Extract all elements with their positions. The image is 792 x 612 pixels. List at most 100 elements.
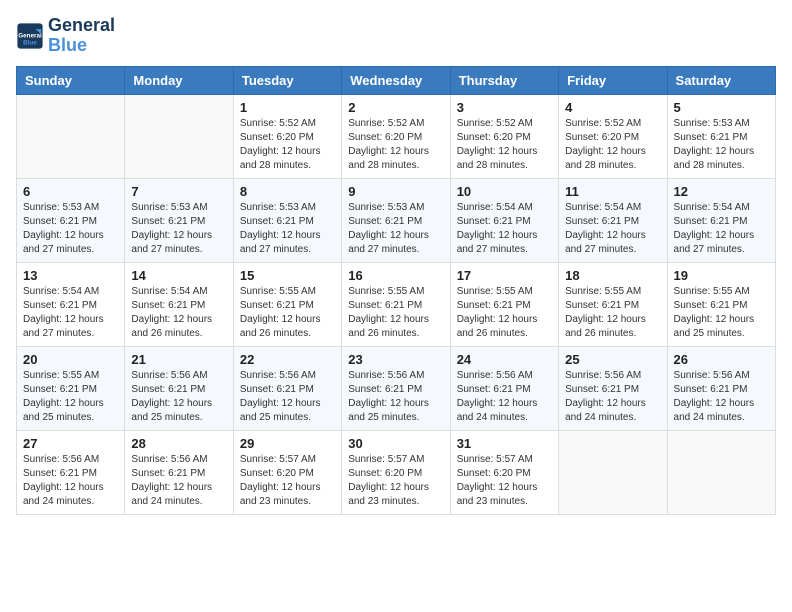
calendar-cell: 10 Sunrise: 5:54 AMSunset: 6:21 PMDayligh… [450,178,558,262]
day-number: 3 [457,100,552,115]
day-info: Sunrise: 5:57 AMSunset: 6:20 PMDaylight:… [348,453,443,509]
day-info: Sunrise: 5:56 AMSunset: 6:21 PMDaylight:… [23,453,118,509]
calendar-cell: 26Sunrise: 5:56 AMSunset: 6:21 PMDayligh… [667,346,775,430]
day-number: 31 [457,436,552,451]
day-number: 6 [23,184,118,199]
day-number: 8 [240,184,335,199]
weekday-header-thursday: Thursday [450,66,558,94]
calendar-cell: 29 Sunrise: 5:57 AMSunset: 6:20 PMDayligh… [233,430,341,514]
day-number: 5 [674,100,769,115]
day-number: 2 [348,100,443,115]
calendar-cell: 24 Sunrise: 5:56 AMSunset: 6:21 PMDayligh… [450,346,558,430]
day-number: 18 [565,268,660,283]
calendar-cell: 2Sunrise: 5:52 AMSunset: 6:20 PMDaylight… [342,94,450,178]
calendar-cell: 1 Sunrise: 5:52 AMSunset: 6:20 PMDaylight… [233,94,341,178]
calendar-cell: 5Sunrise: 5:53 AMSunset: 6:21 PMDaylight… [667,94,775,178]
day-info: Sunrise: 5:56 AMSunset: 6:21 PMDaylight:… [348,369,443,425]
calendar-cell: 15 Sunrise: 5:55 AMSunset: 6:21 PMDayligh… [233,262,341,346]
weekday-header-friday: Friday [559,66,667,94]
week-row-3: 13 Sunrise: 5:54 AMSunset: 6:21 PMDayligh… [17,262,776,346]
logo: General Blue GeneralBlue [16,16,115,56]
day-number: 25 [565,352,660,367]
weekday-header-saturday: Saturday [667,66,775,94]
day-number: 20 [23,352,118,367]
day-info: Sunrise: 5:52 AMSunset: 6:20 PMDaylight:… [457,117,552,173]
calendar-cell: 23 Sunrise: 5:56 AMSunset: 6:21 PMDayligh… [342,346,450,430]
calendar-cell: 7 Sunrise: 5:53 AMSunset: 6:21 PMDaylight… [125,178,233,262]
day-info: Sunrise: 5:53 AMSunset: 6:21 PMDaylight:… [23,201,118,257]
calendar-cell: 12 Sunrise: 5:54 AMSunset: 6:21 PMDayligh… [667,178,775,262]
day-info: Sunrise: 5:57 AMSunset: 6:20 PMDaylight:… [240,453,335,509]
day-info: Sunrise: 5:54 AMSunset: 6:21 PMDaylight:… [23,285,118,341]
day-number: 9 [348,184,443,199]
calendar-cell: 8 Sunrise: 5:53 AMSunset: 6:21 PMDaylight… [233,178,341,262]
week-row-4: 20 Sunrise: 5:55 AMSunset: 6:21 PMDayligh… [17,346,776,430]
day-info: Sunrise: 5:55 AMSunset: 6:21 PMDaylight:… [565,285,660,341]
day-info: Sunrise: 5:54 AMSunset: 6:21 PMDaylight:… [457,201,552,257]
day-info: Sunrise: 5:55 AMSunset: 6:21 PMDaylight:… [240,285,335,341]
day-number: 27 [23,436,118,451]
day-number: 15 [240,268,335,283]
week-row-2: 6 Sunrise: 5:53 AMSunset: 6:21 PMDaylight… [17,178,776,262]
day-info: Sunrise: 5:56 AMSunset: 6:21 PMDaylight:… [131,369,226,425]
calendar-cell: 27 Sunrise: 5:56 AMSunset: 6:21 PMDayligh… [17,430,125,514]
calendar-cell: 22Sunrise: 5:56 AMSunset: 6:21 PMDayligh… [233,346,341,430]
day-info: Sunrise: 5:54 AMSunset: 6:21 PMDaylight:… [674,201,769,257]
day-number: 10 [457,184,552,199]
day-number: 16 [348,268,443,283]
weekday-header-row: SundayMondayTuesdayWednesdayThursdayFrid… [17,66,776,94]
day-number: 30 [348,436,443,451]
svg-text:Blue: Blue [23,39,37,46]
calendar-cell: 25 Sunrise: 5:56 AMSunset: 6:21 PMDayligh… [559,346,667,430]
weekday-header-monday: Monday [125,66,233,94]
day-info: Sunrise: 5:56 AMSunset: 6:21 PMDaylight:… [674,369,769,425]
day-info: Sunrise: 5:55 AMSunset: 6:21 PMDaylight:… [348,285,443,341]
day-info: Sunrise: 5:56 AMSunset: 6:21 PMDaylight:… [565,369,660,425]
day-info: Sunrise: 5:55 AMSunset: 6:21 PMDaylight:… [457,285,552,341]
day-number: 4 [565,100,660,115]
calendar-cell: 3 Sunrise: 5:52 AMSunset: 6:20 PMDaylight… [450,94,558,178]
day-info: Sunrise: 5:52 AMSunset: 6:20 PMDaylight:… [565,117,660,173]
day-number: 13 [23,268,118,283]
calendar-cell [667,430,775,514]
day-number: 7 [131,184,226,199]
day-number: 11 [565,184,660,199]
day-number: 19 [674,268,769,283]
weekday-header-wednesday: Wednesday [342,66,450,94]
calendar-cell: 14Sunrise: 5:54 AMSunset: 6:21 PMDayligh… [125,262,233,346]
calendar-cell: 20 Sunrise: 5:55 AMSunset: 6:21 PMDayligh… [17,346,125,430]
day-info: Sunrise: 5:56 AMSunset: 6:21 PMDaylight:… [131,453,226,509]
calendar-cell: 6 Sunrise: 5:53 AMSunset: 6:21 PMDaylight… [17,178,125,262]
week-row-1: 1 Sunrise: 5:52 AMSunset: 6:20 PMDaylight… [17,94,776,178]
logo-icon: General Blue [16,22,44,50]
calendar-cell: 16 Sunrise: 5:55 AMSunset: 6:21 PMDayligh… [342,262,450,346]
header: General Blue GeneralBlue [16,16,776,56]
calendar-cell [125,94,233,178]
day-number: 22 [240,352,335,367]
calendar-cell: 28Sunrise: 5:56 AMSunset: 6:21 PMDayligh… [125,430,233,514]
day-number: 24 [457,352,552,367]
week-row-5: 27 Sunrise: 5:56 AMSunset: 6:21 PMDayligh… [17,430,776,514]
day-info: Sunrise: 5:53 AMSunset: 6:21 PMDaylight:… [348,201,443,257]
day-number: 23 [348,352,443,367]
day-info: Sunrise: 5:53 AMSunset: 6:21 PMDaylight:… [240,201,335,257]
day-number: 17 [457,268,552,283]
day-number: 29 [240,436,335,451]
day-info: Sunrise: 5:56 AMSunset: 6:21 PMDaylight:… [457,369,552,425]
day-number: 1 [240,100,335,115]
calendar-cell [17,94,125,178]
day-number: 12 [674,184,769,199]
calendar-cell: 17 Sunrise: 5:55 AMSunset: 6:21 PMDayligh… [450,262,558,346]
calendar-cell: 19Sunrise: 5:55 AMSunset: 6:21 PMDayligh… [667,262,775,346]
calendar-table: SundayMondayTuesdayWednesdayThursdayFrid… [16,66,776,515]
svg-text:General: General [18,32,42,39]
day-info: Sunrise: 5:55 AMSunset: 6:21 PMDaylight:… [23,369,118,425]
day-info: Sunrise: 5:54 AMSunset: 6:21 PMDaylight:… [565,201,660,257]
calendar-cell: 18 Sunrise: 5:55 AMSunset: 6:21 PMDayligh… [559,262,667,346]
day-info: Sunrise: 5:53 AMSunset: 6:21 PMDaylight:… [131,201,226,257]
day-info: Sunrise: 5:52 AMSunset: 6:20 PMDaylight:… [240,117,335,173]
weekday-header-sunday: Sunday [17,66,125,94]
calendar-cell: 11 Sunrise: 5:54 AMSunset: 6:21 PMDayligh… [559,178,667,262]
calendar-cell: 4 Sunrise: 5:52 AMSunset: 6:20 PMDaylight… [559,94,667,178]
calendar-cell: 9 Sunrise: 5:53 AMSunset: 6:21 PMDaylight… [342,178,450,262]
